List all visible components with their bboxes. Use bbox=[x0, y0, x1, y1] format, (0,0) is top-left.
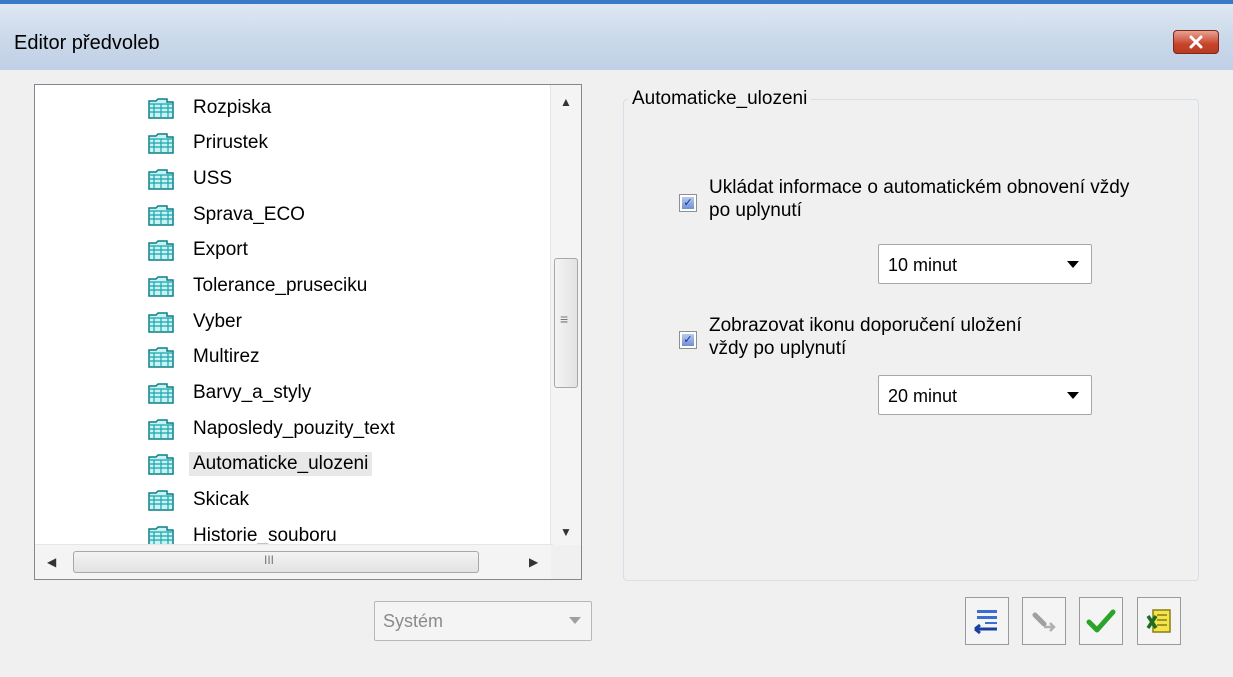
save-reminder-interval-select[interactable]: 20 minut bbox=[878, 375, 1092, 415]
tree-item-label: Naposledy_pouzity_text bbox=[193, 418, 395, 439]
tree-item-label: Tolerance_pruseciku bbox=[193, 275, 368, 296]
tree-item[interactable]: Rozpiska bbox=[147, 94, 275, 122]
tree-item-label: Rozpiska bbox=[193, 97, 272, 118]
folder-icon bbox=[148, 276, 174, 297]
tree-item[interactable]: Automaticke_ulozeni bbox=[147, 450, 373, 478]
window-title: Editor předvoleb bbox=[14, 32, 160, 54]
chevron-down-icon bbox=[569, 617, 581, 624]
folder-icon bbox=[148, 169, 174, 190]
tree-item-label: Sprava_ECO bbox=[193, 204, 305, 225]
tree-item[interactable]: Tolerance_pruseciku bbox=[147, 272, 371, 300]
scroll-grip-icon: ≡ bbox=[560, 311, 569, 327]
excel-export-button[interactable] bbox=[1137, 597, 1181, 645]
autosave-checkbox[interactable]: ✓ bbox=[679, 194, 697, 212]
checkmark-icon bbox=[1086, 609, 1116, 633]
tools-disabled-icon bbox=[1032, 612, 1056, 632]
system-combo-value: Systém bbox=[383, 611, 444, 631]
folder-icon bbox=[148, 98, 174, 119]
tree-item[interactable]: Export bbox=[147, 236, 252, 264]
close-icon bbox=[1189, 35, 1203, 49]
folder-icon bbox=[148, 240, 174, 261]
tree-item[interactable]: USS bbox=[147, 165, 236, 193]
scroll-right-arrow[interactable]: ▶ bbox=[529, 555, 538, 569]
save-reminder-interval-value: 20 minut bbox=[888, 386, 958, 406]
autosave-interval-select[interactable]: 10 minut bbox=[878, 244, 1092, 284]
tree-item-label: Automaticke_ulozeni bbox=[189, 452, 373, 476]
scroll-down-arrow[interactable]: ▼ bbox=[560, 525, 572, 539]
import-list-button[interactable] bbox=[965, 597, 1009, 645]
title-bar: Editor předvoleb bbox=[0, 0, 1233, 70]
tree-item[interactable]: Multirez bbox=[147, 343, 264, 371]
tree-item[interactable]: Skicak bbox=[147, 486, 253, 514]
list-import-icon bbox=[974, 610, 997, 635]
tools-button bbox=[1022, 597, 1066, 645]
tree-item[interactable]: Barvy_a_styly bbox=[147, 379, 315, 407]
autosave-label: Ukládat informace o automatickém obnoven… bbox=[709, 177, 1130, 221]
check-icon: ✓ bbox=[682, 197, 694, 209]
chevron-down-icon bbox=[1067, 261, 1079, 268]
folder-icon bbox=[148, 419, 174, 440]
folder-icon bbox=[148, 347, 174, 368]
folder-icon bbox=[148, 205, 174, 226]
chevron-down-icon bbox=[1067, 392, 1079, 399]
folder-icon bbox=[148, 490, 174, 511]
scroll-grip-icon: III bbox=[264, 553, 275, 567]
scroll-left-arrow[interactable]: ◀ bbox=[47, 555, 56, 569]
scroll-corner bbox=[551, 545, 581, 579]
tree-item-label: Barvy_a_styly bbox=[193, 382, 312, 403]
ok-button[interactable] bbox=[1079, 597, 1123, 645]
vertical-scroll-thumb[interactable]: ≡ bbox=[554, 258, 578, 388]
excel-export-icon bbox=[1146, 609, 1171, 633]
tree-item[interactable]: Sprava_ECO bbox=[147, 201, 309, 229]
close-button[interactable] bbox=[1173, 30, 1219, 54]
folder-icon bbox=[148, 383, 174, 404]
folder-icon bbox=[148, 133, 174, 154]
autosave-interval-value: 10 minut bbox=[888, 255, 958, 275]
tree-item-label: Skicak bbox=[193, 489, 249, 510]
folder-icon bbox=[148, 312, 174, 333]
system-combo[interactable]: Systém bbox=[374, 601, 592, 641]
group-title: Automaticke_ulozeni bbox=[628, 88, 812, 110]
check-icon: ✓ bbox=[682, 334, 694, 346]
horizontal-scrollbar[interactable]: ◀ III ▶ bbox=[35, 544, 553, 579]
folder-icon bbox=[148, 454, 174, 475]
horizontal-scroll-thumb[interactable]: III bbox=[73, 551, 479, 573]
tree-item[interactable]: Vyber bbox=[147, 308, 246, 336]
tree-item-label: Vyber bbox=[193, 311, 242, 332]
tree-item-label: Multirez bbox=[193, 346, 260, 367]
tree-item[interactable]: Prirustek bbox=[147, 129, 272, 157]
preferences-tree[interactable]: Rozpiska Prirustek USS Sprava_ECO Export Tole… bbox=[34, 84, 582, 580]
scroll-up-arrow[interactable]: ▲ bbox=[560, 95, 572, 109]
tree-item[interactable]: Naposledy_pouzity_text bbox=[147, 415, 399, 443]
tree-item-label: Prirustek bbox=[193, 132, 268, 153]
tree-item-label: Export bbox=[193, 239, 248, 260]
vertical-scrollbar[interactable]: ▲ ≡ ▼ bbox=[550, 85, 581, 545]
save-reminder-label: Zobrazovat ikonu doporučení uložení vždy… bbox=[709, 315, 1022, 359]
tree-item-label: USS bbox=[193, 168, 233, 189]
save-reminder-checkbox[interactable]: ✓ bbox=[679, 331, 697, 349]
